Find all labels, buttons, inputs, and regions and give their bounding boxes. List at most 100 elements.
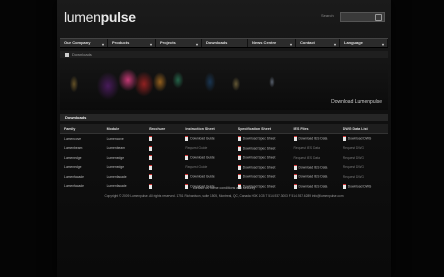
download-link[interactable]: Request IES Data xyxy=(290,153,339,163)
brochure-link[interactable] xyxy=(145,144,181,154)
pdf-icon[interactable] xyxy=(149,164,153,170)
document-icon xyxy=(342,136,346,142)
document-icon xyxy=(237,155,241,161)
page-container: lumenpulse Search Our Company ▾ Products ▾ P… xyxy=(57,0,391,277)
pdf-icon[interactable] xyxy=(149,145,153,151)
pdf-icon[interactable] xyxy=(149,136,153,142)
cell-text: Request DWG xyxy=(342,165,364,170)
download-link[interactable]: Request Guide xyxy=(181,163,233,173)
download-link[interactable]: Download DWG xyxy=(339,134,388,144)
cell-text: Lumenedge xyxy=(64,165,82,170)
nav-item-downloads[interactable]: Downloads xyxy=(202,39,248,47)
document-icon xyxy=(293,136,297,142)
download-link[interactable]: Download IES Data xyxy=(290,134,339,144)
home-icon[interactable] xyxy=(65,52,69,57)
cell-text: Download Spec Sheet xyxy=(242,146,276,151)
table-cell: Lumenedge xyxy=(60,153,103,163)
document-icon xyxy=(293,174,297,180)
search-icon[interactable] xyxy=(375,14,382,21)
pdf-icon[interactable] xyxy=(149,155,153,161)
document-icon xyxy=(237,145,241,151)
logo-bold: pulse xyxy=(100,9,136,25)
pdf-icon[interactable] xyxy=(149,174,153,180)
table-body: Lumencove Lumencove Download Guide Download… xyxy=(60,134,388,192)
table-row: Lumenfacade Lumenfacade Download Guide Down… xyxy=(60,172,388,182)
cell-text: Lumenfacade xyxy=(64,174,84,179)
nav-item-label: Projects xyxy=(160,40,176,45)
cell-text: Request Guide xyxy=(185,146,208,151)
document-icon xyxy=(185,136,189,142)
chevron-down-icon: ▾ xyxy=(101,42,104,47)
brochure-link[interactable] xyxy=(145,163,181,173)
document-icon xyxy=(185,155,189,161)
nav-item-our-company[interactable]: Our Company ▾ xyxy=(60,39,108,47)
nav-item-label: Language xyxy=(344,40,363,45)
document-icon xyxy=(237,164,241,170)
brochure-link[interactable] xyxy=(145,153,181,163)
cell-text: Request IES Data xyxy=(293,146,320,151)
cell-text: Lumenbeam xyxy=(106,146,125,151)
breadcrumb-current: Downloads xyxy=(72,52,92,57)
column-header: Specification Sheet xyxy=(233,124,290,134)
column-header: Family xyxy=(60,124,103,134)
download-link[interactable]: Request DWG xyxy=(339,163,388,173)
download-link[interactable]: Request DWG xyxy=(339,153,388,163)
table-cell: Lumenedge xyxy=(103,163,146,173)
download-link[interactable]: Download Spec Sheet xyxy=(234,134,290,144)
nav-item-projects[interactable]: Projects ▾ xyxy=(156,39,202,47)
logo-light: lumen xyxy=(64,9,101,25)
download-link[interactable]: Request DWG xyxy=(339,172,388,182)
main-nav: Our Company ▾ Products ▾ Projects ▾ Downloads N… xyxy=(60,38,388,48)
table-header-row: Family Module Brochure Instruction Sheet Spe… xyxy=(60,124,388,134)
download-link[interactable]: Download Spec Sheet xyxy=(234,163,290,173)
cell-text: Download DWG xyxy=(347,136,372,141)
download-link[interactable]: Download Spec Sheet xyxy=(234,153,290,163)
table-row: Lumenedge Lumenedge Request Guide Download … xyxy=(60,163,388,173)
cell-text: Download Spec Sheet xyxy=(242,165,276,170)
column-header: Instruction Sheet xyxy=(181,124,234,134)
logo[interactable]: lumenpulse xyxy=(64,9,136,25)
table-row: Lumencove Lumencove Download Guide Download… xyxy=(60,134,388,144)
table-cell: Lumenfacade xyxy=(60,172,103,182)
nav-item-language[interactable]: Language ▾ xyxy=(340,39,388,47)
cell-text: Download Spec Sheet xyxy=(242,155,276,160)
document-icon xyxy=(293,164,297,170)
cell-text: Lumenbeam xyxy=(64,146,83,151)
nav-item-news-centre[interactable]: News Centre ▾ xyxy=(248,39,296,47)
cell-text: Download IES Data xyxy=(298,165,328,170)
cell-text: Lumenedge xyxy=(106,165,125,170)
cell-text: Request Guide xyxy=(185,165,208,170)
document-icon xyxy=(185,174,189,180)
download-link[interactable]: Download IES Data xyxy=(290,172,339,182)
download-link[interactable]: Download Guide xyxy=(181,134,233,144)
copyright: Copyright © 2009 Lumenpulse. All rights … xyxy=(104,194,344,198)
chevron-down-icon: ▾ xyxy=(333,42,336,47)
download-link[interactable]: Download Spec Sheet xyxy=(234,144,290,154)
cell-text: Download Spec Sheet xyxy=(242,174,276,179)
download-link[interactable]: Download Spec Sheet xyxy=(234,172,290,182)
cell-text: Request DWG xyxy=(342,146,364,151)
nav-item-label: Our Company xyxy=(64,40,91,45)
document-icon xyxy=(237,136,241,142)
cell-text: Lumenedge xyxy=(64,155,82,160)
table-cell: Lumenfacade xyxy=(103,172,146,182)
download-link[interactable]: Download Guide xyxy=(181,172,233,182)
footer-links[interactable]: contact us home conditions and security xyxy=(57,186,391,190)
breadcrumb: Downloads xyxy=(60,51,388,58)
table-cell: Lumencove xyxy=(103,134,146,144)
download-link[interactable]: Request IES Data xyxy=(290,144,339,154)
table-cell: Lumenedge xyxy=(103,153,146,163)
column-header: DWG Data List xyxy=(338,124,388,134)
table-cell: Lumenedge xyxy=(60,163,103,173)
nav-item-products[interactable]: Products ▾ xyxy=(108,39,156,47)
search-input[interactable] xyxy=(340,12,385,22)
brochure-link[interactable] xyxy=(145,172,181,182)
download-link[interactable]: Request Guide xyxy=(181,144,233,154)
nav-item-contact[interactable]: Contact ▾ xyxy=(296,39,340,47)
download-link[interactable]: Request DWG xyxy=(339,144,388,154)
brochure-link[interactable] xyxy=(145,134,181,144)
column-header: Module xyxy=(102,124,146,134)
cell-text: Download Spec Sheet xyxy=(242,136,276,141)
download-link[interactable]: Download IES Data xyxy=(290,163,339,173)
download-link[interactable]: Download Guide xyxy=(181,153,233,163)
